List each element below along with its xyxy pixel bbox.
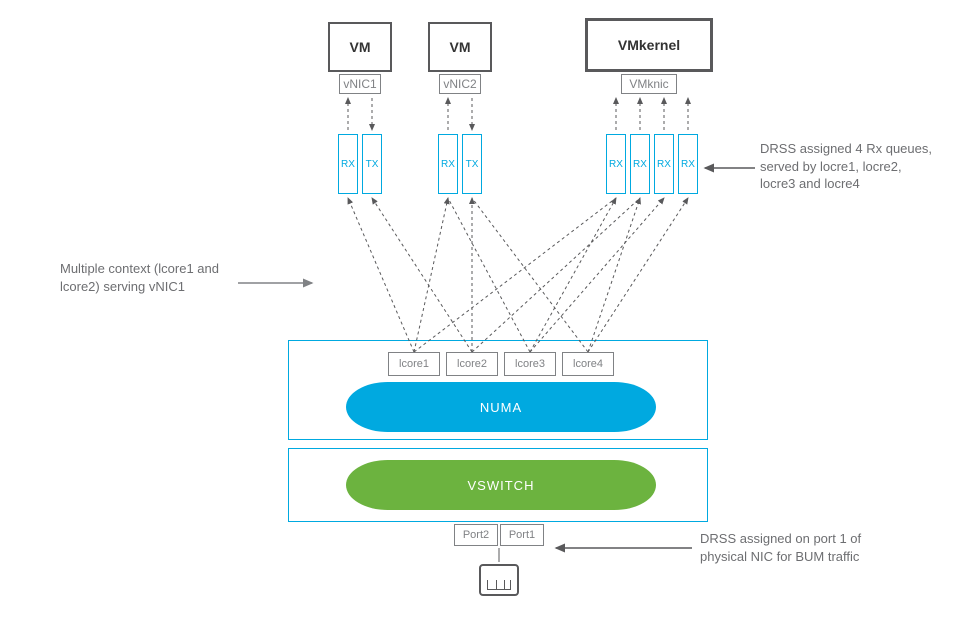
- vm2-rx-queue: RX: [438, 134, 458, 194]
- lcore4-box: lcore4: [562, 352, 614, 376]
- vm1-rx-queue: RX: [338, 134, 358, 194]
- port1-box: Port1: [500, 524, 544, 546]
- vmk-rx1-label: RX: [609, 159, 623, 170]
- lcore4-label: lcore4: [573, 358, 603, 370]
- nic-port-icon: [479, 564, 519, 596]
- lcore2-label: lcore2: [457, 358, 487, 370]
- annotation-left: Multiple context (lcore1 and lcore2) ser…: [60, 260, 240, 295]
- vm1-box: VM: [328, 22, 392, 72]
- vnic1-label: vNIC1: [343, 77, 376, 91]
- vswitch-pill: VSWITCH: [346, 460, 656, 510]
- vmknic-box: VMknic: [621, 74, 677, 94]
- vmk-rx2-label: RX: [633, 159, 647, 170]
- annotation-right-top-text: DRSS assigned 4 Rx queues, served by loc…: [760, 141, 932, 191]
- port2-box: Port2: [454, 524, 498, 546]
- vmk-rx4-label: RX: [681, 159, 695, 170]
- vm1-label: VM: [350, 39, 371, 55]
- numa-label: NUMA: [480, 400, 522, 415]
- vmk-rx3-queue: RX: [654, 134, 674, 194]
- vmkernel-label: VMkernel: [618, 37, 680, 53]
- lcore1-box: lcore1: [388, 352, 440, 376]
- vnic2-label: vNIC2: [443, 77, 476, 91]
- vm2-tx-label: TX: [466, 159, 479, 170]
- vm1-rx-label: RX: [341, 159, 355, 170]
- lcore3-box: lcore3: [504, 352, 556, 376]
- vm2-label: VM: [450, 39, 471, 55]
- vmk-rx1-queue: RX: [606, 134, 626, 194]
- vm2-tx-queue: TX: [462, 134, 482, 194]
- vnic2-box: vNIC2: [439, 74, 481, 94]
- vmknic-label: VMknic: [629, 77, 668, 91]
- vmk-rx4-queue: RX: [678, 134, 698, 194]
- lcore3-label: lcore3: [515, 358, 545, 370]
- vnic1-box: vNIC1: [339, 74, 381, 94]
- lcore2-box: lcore2: [446, 352, 498, 376]
- annotation-left-text: Multiple context (lcore1 and lcore2) ser…: [60, 261, 219, 294]
- annotation-right-bottom-text: DRSS assigned on port 1 of physical NIC …: [700, 531, 861, 564]
- annotation-right-top: DRSS assigned 4 Rx queues, served by loc…: [760, 140, 940, 193]
- port2-label: Port2: [463, 529, 489, 541]
- vm1-tx-queue: TX: [362, 134, 382, 194]
- vm1-tx-label: TX: [366, 159, 379, 170]
- lcore1-label: lcore1: [399, 358, 429, 370]
- vmk-rx3-label: RX: [657, 159, 671, 170]
- vswitch-label: VSWITCH: [468, 478, 535, 493]
- vmkernel-box: VMkernel: [585, 18, 713, 72]
- numa-pill: NUMA: [346, 382, 656, 432]
- port1-label: Port1: [509, 529, 535, 541]
- annotation-right-bottom: DRSS assigned on port 1 of physical NIC …: [700, 530, 900, 565]
- vm2-box: VM: [428, 22, 492, 72]
- vmk-rx2-queue: RX: [630, 134, 650, 194]
- vm2-rx-label: RX: [441, 159, 455, 170]
